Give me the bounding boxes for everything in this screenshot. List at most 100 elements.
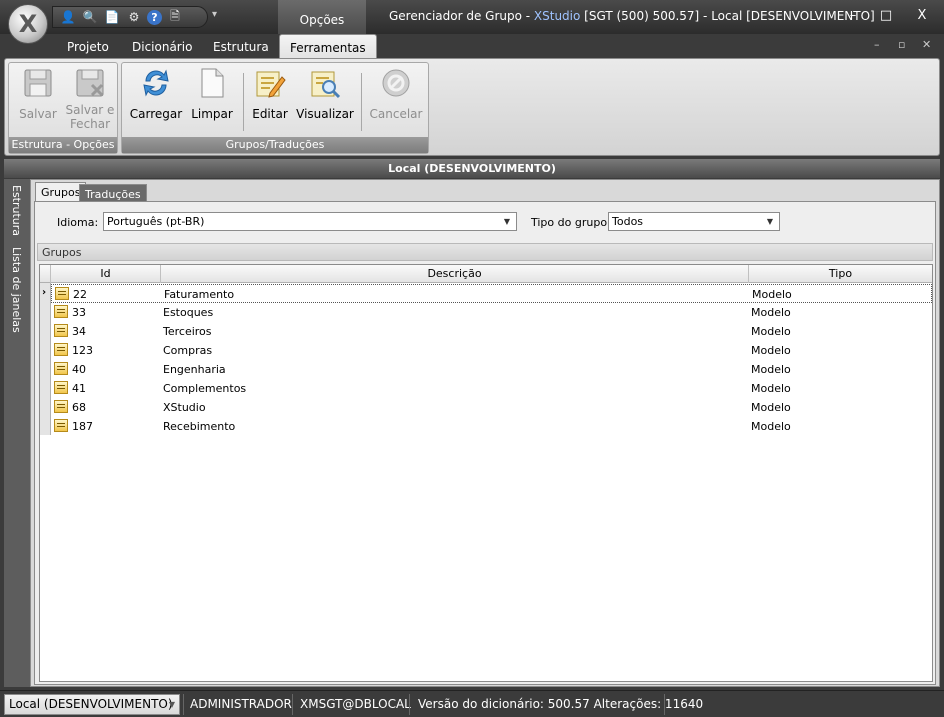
cell-descricao: Compras: [163, 344, 213, 357]
preview-icon: [309, 67, 341, 99]
status-database: XMSGT@DBLOCAL: [300, 697, 411, 711]
edit-button-label: Editar: [252, 107, 288, 121]
help-icon[interactable]: ?: [147, 9, 162, 25]
ribbon-group-estrutura-opcoes: Salvar Salvar e Fechar Estrutura - Opçõe…: [8, 62, 118, 154]
column-header-descricao[interactable]: Descrição: [161, 265, 749, 283]
grupos-grid[interactable]: Id Descrição Tipo › 22 Faturamento Model…: [39, 264, 933, 682]
window-title: Gerenciador de Grupo - XStudio [SGT (500…: [389, 9, 875, 23]
maximize-button[interactable]: □: [876, 8, 896, 23]
column-header-tipo[interactable]: Tipo: [749, 265, 932, 283]
table-row[interactable]: 40 Engenharia Modelo: [51, 360, 932, 379]
tipo-grupo-select[interactable]: Todos ▼: [608, 212, 780, 231]
cell-tipo: Modelo: [751, 382, 791, 395]
magnifier-icon[interactable]: 🔍: [81, 8, 99, 26]
cell-descricao: Engenharia: [163, 363, 226, 376]
connection-select-value: Local (DESENVOLVIMENTO): [9, 697, 173, 711]
idioma-select[interactable]: Português (pt-BR) ▼: [103, 212, 517, 231]
mdi-restore-button[interactable]: ▫: [898, 38, 905, 51]
group-icon: [54, 305, 68, 318]
app-logo: X: [18, 10, 38, 38]
preview-button[interactable]: Visualizar: [296, 67, 354, 121]
table-row[interactable]: 41 Complementos Modelo: [51, 379, 932, 398]
group-icon: [54, 381, 68, 394]
group-icon: [54, 324, 68, 337]
side-dock: Estrutura Lista de janelas: [4, 179, 30, 687]
status-separator: [664, 694, 665, 715]
cell-descricao: XStudio: [163, 401, 206, 414]
group-icon: [55, 287, 69, 300]
ribbon: Salvar Salvar e Fechar Estrutura - Opçõe…: [4, 58, 940, 156]
cell-descricao: Complementos: [163, 382, 247, 395]
cell-tipo: Modelo: [751, 306, 791, 319]
minimize-button[interactable]: –: [843, 8, 863, 23]
cell-descricao: Recebimento: [163, 420, 236, 433]
table-row[interactable]: 187 Recebimento Modelo: [51, 417, 932, 436]
cancel-button[interactable]: Cancelar: [368, 67, 424, 121]
cancel-icon: [380, 67, 412, 99]
tab-traducoes[interactable]: Traduções: [79, 184, 147, 201]
table-row[interactable]: 33 Estoques Modelo: [51, 303, 932, 322]
status-dictionary-version: Versão do dicionário: 500.57 Alterações:…: [418, 697, 704, 711]
status-separator: [292, 694, 293, 715]
quick-access-dropdown-icon[interactable]: ▾: [212, 9, 217, 20]
mdi-minimize-button[interactable]: –: [874, 38, 880, 51]
table-row[interactable]: 22 Faturamento Modelo: [51, 284, 932, 303]
cell-id: 68: [72, 401, 86, 414]
ribbon-tab-row: Projeto Dicionário Estrutura Ferramentas…: [0, 34, 944, 59]
tab-dicionario[interactable]: Dicionário: [132, 40, 192, 54]
floppy-disk-icon: [22, 67, 54, 99]
document-icon[interactable]: 📄: [103, 8, 121, 26]
load-button[interactable]: Carregar: [128, 67, 184, 121]
tab-estrutura[interactable]: Estrutura: [213, 40, 269, 54]
side-tab-lista-janelas[interactable]: Lista de janelas: [10, 247, 23, 333]
context-tab-opcoes[interactable]: Opções: [278, 0, 366, 34]
mdi-close-button[interactable]: ✕: [922, 38, 931, 51]
users-icon[interactable]: 👤: [59, 8, 77, 26]
load-button-label: Carregar: [129, 107, 183, 121]
grupos-groupbox-header: Grupos: [37, 243, 933, 261]
column-header-id[interactable]: Id: [51, 265, 161, 283]
quick-access-toolbar: 👤 🔍 📄 ⚙ ? 🗎: [52, 6, 208, 28]
blank-page-icon: [196, 67, 228, 99]
close-button[interactable]: X: [912, 8, 932, 23]
table-row[interactable]: 68 XStudio Modelo: [51, 398, 932, 417]
grupos-panel: Idioma: Português (pt-BR) ▼ Tipo do grup…: [34, 201, 936, 685]
connection-select[interactable]: Local (DESENVOLVIMENTO) ▼: [4, 694, 180, 715]
cell-id: 22: [73, 288, 87, 301]
cell-id: 33: [72, 306, 86, 319]
cell-descricao: Faturamento: [164, 288, 235, 301]
row-indicator-column: [40, 283, 51, 435]
cell-id: 187: [72, 420, 93, 433]
cancel-button-label: Cancelar: [369, 107, 423, 121]
edit-button[interactable]: Editar: [246, 67, 294, 121]
tab-ferramentas[interactable]: Ferramentas: [279, 34, 377, 59]
idioma-select-value: Português (pt-BR): [107, 215, 205, 228]
tab-projeto[interactable]: Projeto: [67, 40, 109, 54]
group-icon: [54, 362, 68, 375]
tipo-grupo-select-value: Todos: [612, 215, 644, 228]
cell-tipo: Modelo: [751, 420, 791, 433]
table-row[interactable]: 123 Compras Modelo: [51, 341, 932, 360]
refresh-icon: [140, 67, 172, 99]
table-row[interactable]: 34 Terceiros Modelo: [51, 322, 932, 341]
ribbon-separator: [361, 73, 362, 131]
cell-id: 34: [72, 325, 86, 338]
info-page-icon[interactable]: 🗎: [166, 8, 184, 26]
save-button-label: Salvar: [19, 107, 57, 121]
gear-icon[interactable]: ⚙: [125, 8, 143, 26]
current-row-arrow-icon: ›: [42, 287, 47, 298]
group-icon: [54, 419, 68, 432]
save-close-button[interactable]: Salvar e Fechar: [64, 67, 116, 131]
grid-header: Id Descrição Tipo: [40, 265, 932, 283]
side-tab-estrutura[interactable]: Estrutura: [10, 185, 23, 236]
clear-button-label: Limpar: [191, 107, 233, 121]
title-suffix: [SGT (500) 500.57] - Local [DESENVOLVIME…: [580, 9, 875, 23]
clear-button[interactable]: Limpar: [186, 67, 238, 121]
cell-tipo: Modelo: [751, 363, 791, 376]
tipo-grupo-label: Tipo do grupo:: [531, 216, 611, 229]
save-button[interactable]: Salvar: [13, 67, 63, 121]
preview-button-label: Visualizar: [296, 107, 354, 121]
application-button[interactable]: X: [8, 4, 48, 44]
status-separator: [409, 694, 410, 715]
panel-title: Local (DESENVOLVIMENTO): [4, 159, 940, 178]
